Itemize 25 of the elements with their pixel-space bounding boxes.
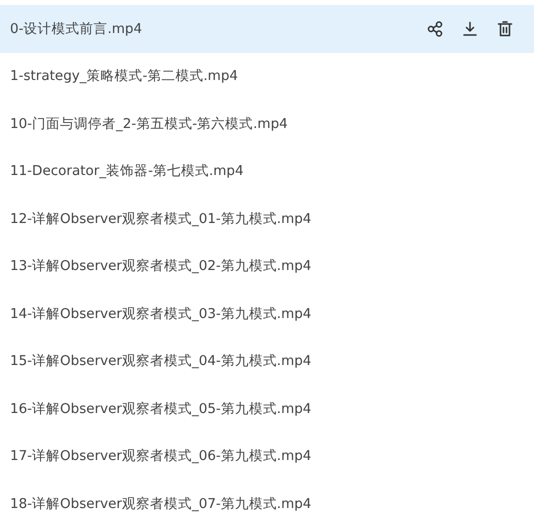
- download-icon[interactable]: [461, 20, 479, 38]
- file-name: 14-详解Observer观察者模式_03-第九模式.mp4: [10, 304, 312, 323]
- file-row[interactable]: 1-strategy_策略模式-第二模式.mp4: [0, 52, 534, 100]
- file-name: 17-详解Observer观察者模式_06-第九模式.mp4: [10, 447, 312, 466]
- file-row[interactable]: 11-Decorator_装饰器-第七模式.mp4: [0, 148, 534, 195]
- file-name: 10-门面与调停者_2-第五模式-第六模式.mp4: [10, 114, 288, 133]
- file-row[interactable]: 15-详解Observer观察者模式_04-第九模式.mp4: [0, 338, 534, 385]
- file-name: 0-设计模式前言.mp4: [10, 20, 142, 38]
- file-row[interactable]: 18-详解Observer观察者模式_07-第九模式.mp4: [0, 480, 534, 528]
- file-name: 15-详解Observer观察者模式_04-第九模式.mp4: [10, 352, 312, 370]
- trash-icon[interactable]: [496, 20, 514, 38]
- file-name: 18-详解Observer观察者模式_07-第九模式.mp4: [10, 494, 312, 513]
- share-icon[interactable]: [426, 20, 444, 38]
- file-row[interactable]: 16-详解Observer观察者模式_05-第九模式.mp4: [0, 385, 534, 432]
- file-row[interactable]: 10-门面与调停者_2-第五模式-第六模式.mp4: [0, 100, 534, 148]
- file-name: 16-详解Observer观察者模式_05-第九模式.mp4: [10, 400, 312, 418]
- file-row[interactable]: 0-设计模式前言.mp4: [0, 5, 534, 52]
- file-name: 11-Decorator_装饰器-第七模式.mp4: [10, 162, 244, 180]
- file-row[interactable]: 12-详解Observer观察者模式_01-第九模式.mp4: [0, 195, 534, 242]
- file-name: 13-详解Observer观察者模式_02-第九模式.mp4: [10, 257, 312, 276]
- file-row[interactable]: 14-详解Observer观察者模式_03-第九模式.mp4: [0, 290, 534, 338]
- file-name: 12-详解Observer观察者模式_01-第九模式.mp4: [10, 210, 312, 228]
- file-row[interactable]: 17-详解Observer观察者模式_06-第九模式.mp4: [0, 432, 534, 480]
- file-name: 1-strategy_策略模式-第二模式.mp4: [10, 67, 238, 86]
- file-row[interactable]: 13-详解Observer观察者模式_02-第九模式.mp4: [0, 242, 534, 290]
